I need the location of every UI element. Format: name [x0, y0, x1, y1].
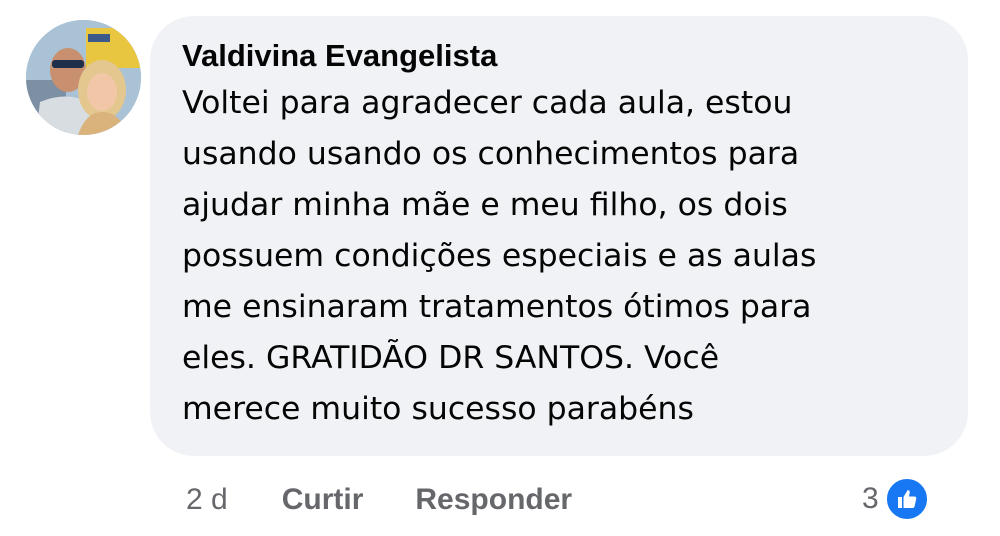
- reaction-summary[interactable]: 3: [862, 476, 929, 522]
- comment-text: Voltei para agradecer cada aula, estou u…: [182, 78, 936, 435]
- comment-actions: 2 d Curtir Responder: [186, 478, 624, 522]
- thumb-up-glyph: [897, 490, 916, 508]
- reaction-count: 3: [862, 482, 879, 515]
- comment-line: merece muito sucesso parabéns: [182, 391, 694, 427]
- like-thumb-icon: [884, 477, 929, 521]
- comment-line: me ensinaram tratamentos ótimos para: [182, 289, 812, 325]
- like-button[interactable]: Curtir: [282, 483, 364, 517]
- comment-line: ajudar minha mãe e meu filho, os dois: [182, 187, 788, 223]
- comment-line: eles. GRATIDÃO DR SANTOS. Você: [182, 340, 720, 376]
- comment-timestamp[interactable]: 2 d: [186, 483, 228, 517]
- comment-line: possuem condições especiais e as aulas: [182, 238, 817, 274]
- comment: Valdivina Evangelista Voltei para agrade…: [0, 0, 1000, 536]
- avatar-photo: [26, 20, 141, 135]
- author-name[interactable]: Valdivina Evangelista: [182, 36, 936, 76]
- comment-line: Voltei para agradecer cada aula, estou: [182, 85, 793, 121]
- author-avatar[interactable]: [26, 20, 141, 135]
- comment-line: usando usando os conhecimentos para: [182, 136, 800, 172]
- reply-button[interactable]: Responder: [415, 483, 572, 517]
- comment-bubble: Valdivina Evangelista Voltei para agrade…: [150, 16, 968, 456]
